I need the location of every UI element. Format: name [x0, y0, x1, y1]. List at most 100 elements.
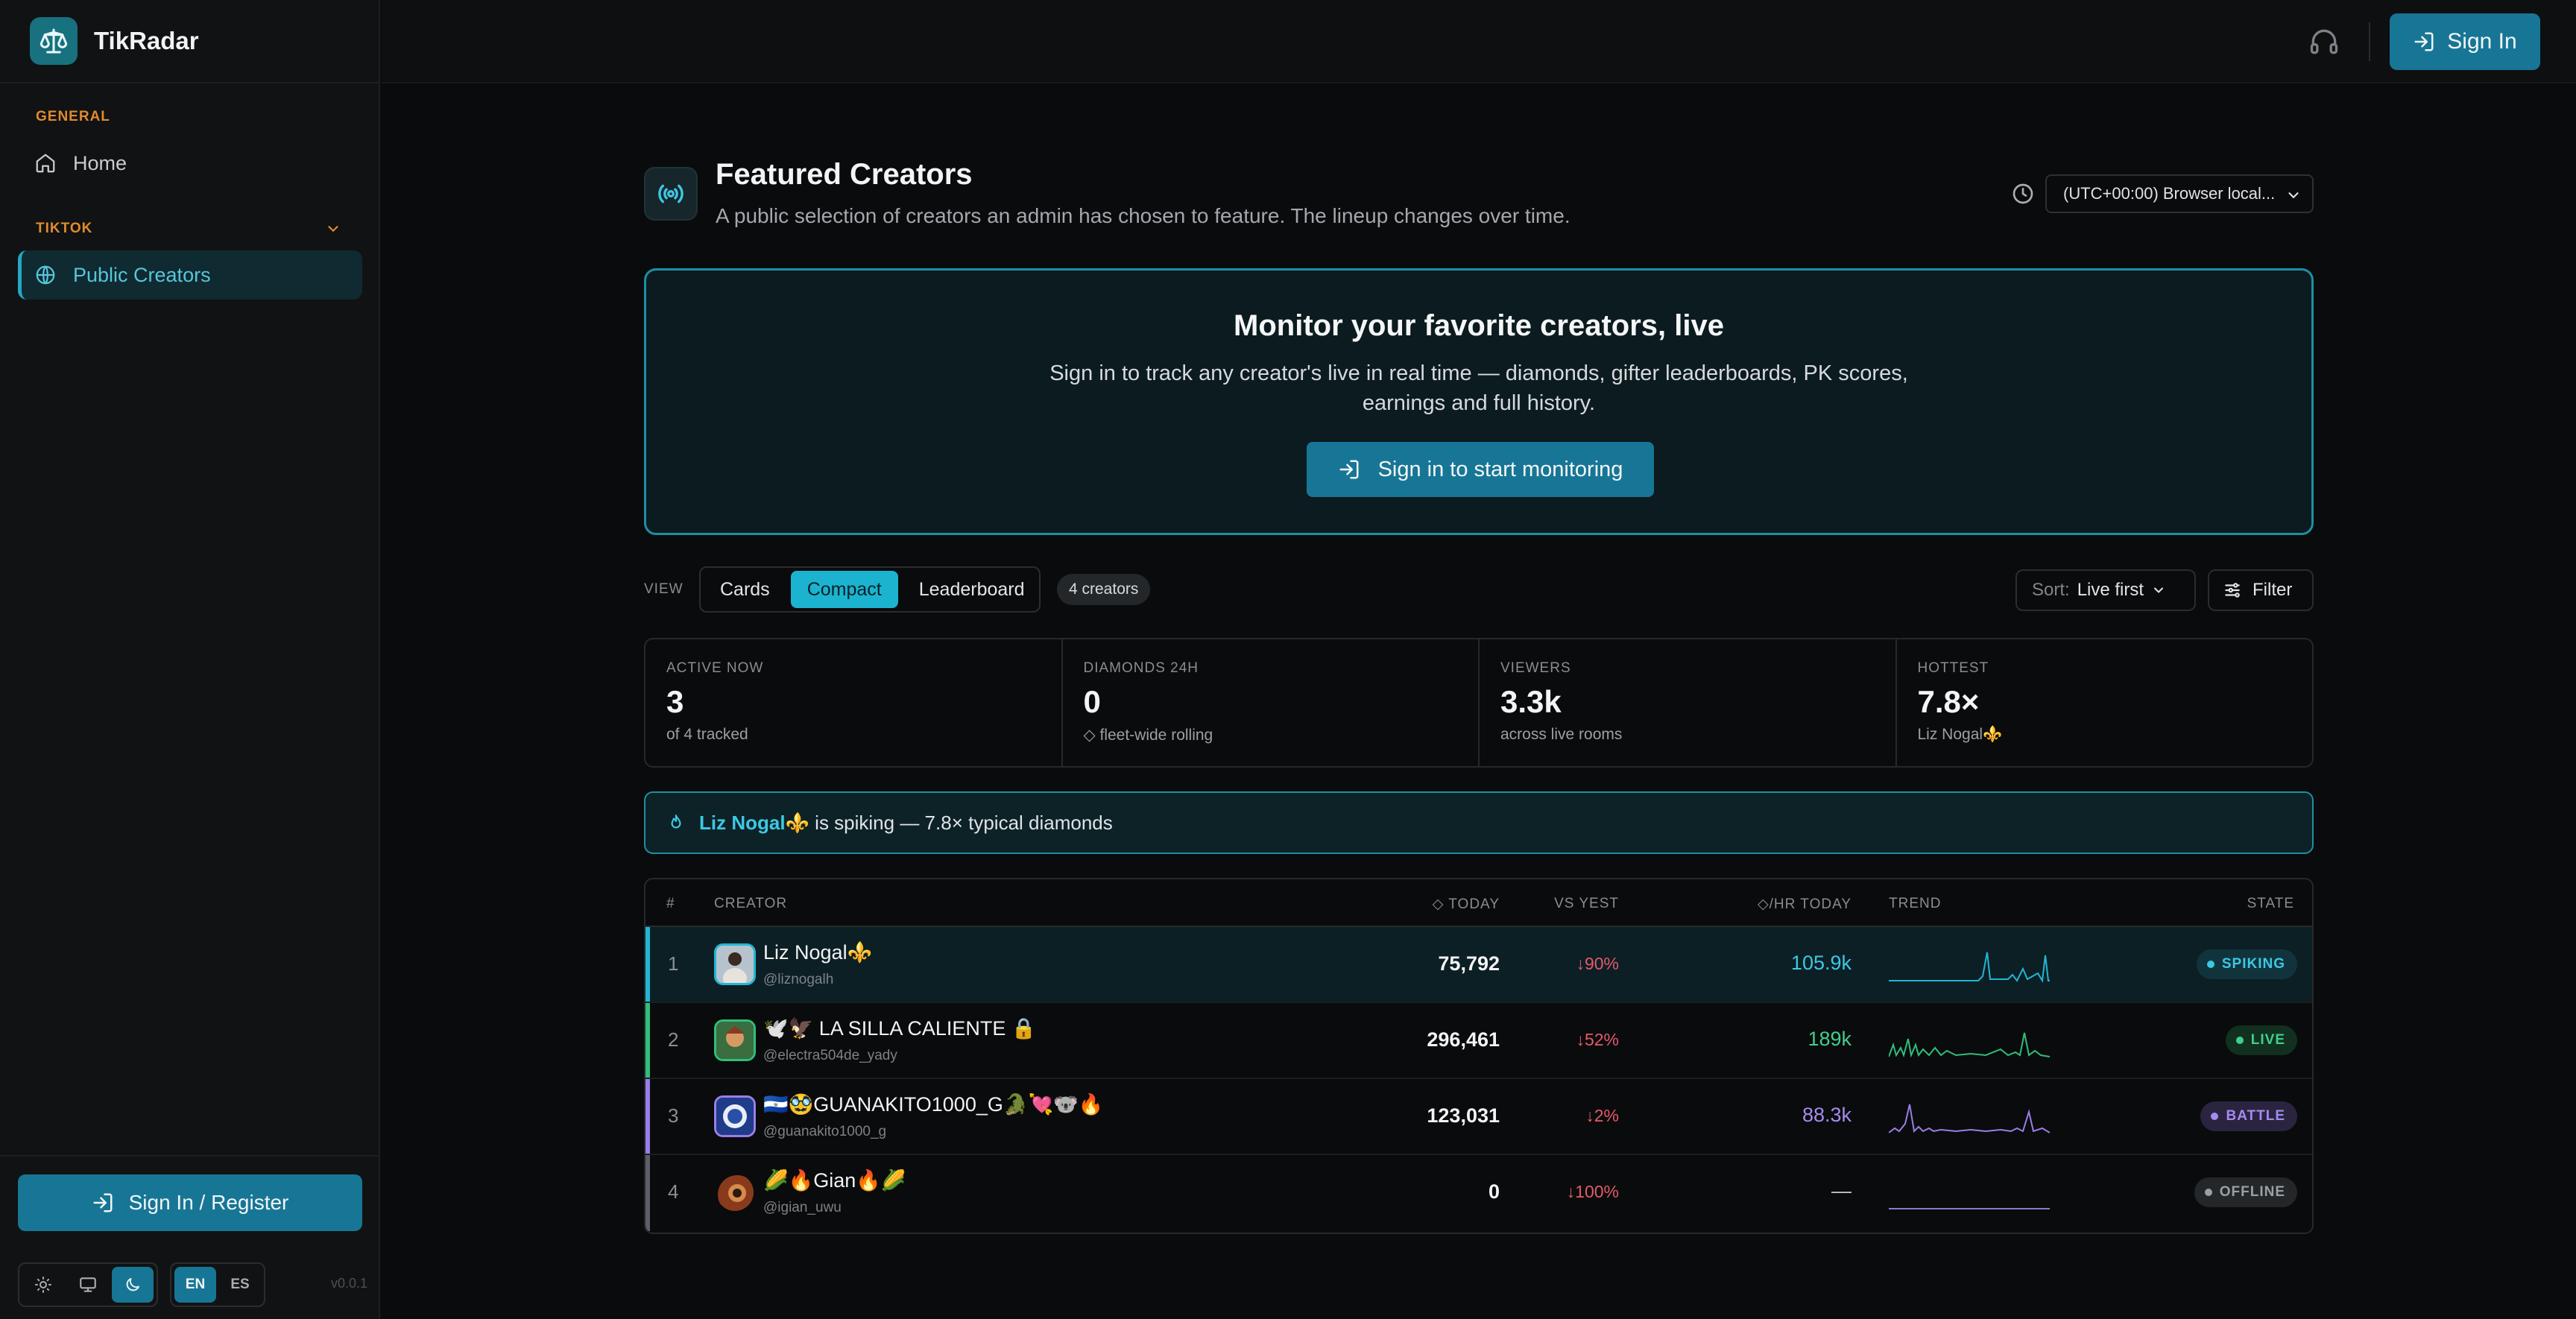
- sidebar-item-label: Public Creators: [73, 263, 211, 286]
- table-row[interactable]: 2 🕊️🦅 LA SILLA CALIENTE 🔒 @electra504de_…: [645, 1003, 2312, 1079]
- status-badge: BATTLE: [2200, 1101, 2297, 1131]
- language-switcher: EN ES: [170, 1262, 265, 1307]
- tab-leaderboard[interactable]: Leaderboard: [903, 571, 1041, 608]
- stat-diamonds-24h: DIAMONDS 24H 0 ◇ fleet-wide rolling: [1063, 639, 1480, 766]
- globe-icon: [36, 265, 55, 285]
- avatar: [714, 943, 756, 985]
- sidebar-item-public-creators[interactable]: Public Creators: [18, 250, 362, 300]
- alert-text: is spiking — 7.8× typical diamonds: [815, 811, 1113, 834]
- sidebar-item-label: Home: [73, 151, 127, 174]
- sidebar: TikRadar GENERAL Home TIKTOK Public Crea…: [0, 0, 380, 1319]
- creator-name[interactable]: 🇸🇻🥸GUANAKITO1000_G🐊💘🐨🔥: [763, 1092, 1103, 1116]
- divider: [0, 82, 380, 83]
- sign-in-button[interactable]: Sign In: [2390, 13, 2540, 70]
- creator-handle: @liznogalh: [763, 972, 834, 987]
- tab-compact[interactable]: Compact: [790, 571, 898, 608]
- headset-icon[interactable]: [2308, 25, 2340, 58]
- table-row[interactable]: 1 Liz Nogal⚜️ @liznogalh 75,792 ↓90% 105…: [645, 927, 2312, 1003]
- creator-name[interactable]: Liz Nogal⚜️: [763, 940, 872, 964]
- section-general-label: GENERAL: [36, 109, 110, 124]
- col-today[interactable]: ◇ TODAY: [1433, 896, 1500, 913]
- col-vs-yest[interactable]: VS YEST: [1554, 896, 1619, 912]
- promo-text: Sign in to track any creator's live in r…: [1049, 361, 1908, 415]
- brand[interactable]: TikRadar: [30, 16, 199, 66]
- filter-label: Filter: [2253, 580, 2293, 600]
- view-label: VIEW: [644, 581, 684, 597]
- lang-en-button[interactable]: EN: [174, 1267, 216, 1303]
- tab-cards[interactable]: Cards: [704, 571, 786, 608]
- creator-handle: @electra504de_yady: [763, 1048, 897, 1063]
- row-rank: 4: [668, 1180, 679, 1203]
- trend-sparkline: [1889, 1208, 2050, 1209]
- section-tiktok-label: TIKTOK: [36, 221, 93, 236]
- chevron-down-icon: [2154, 587, 2164, 593]
- row-accent: [645, 1155, 650, 1231]
- row-rank: 3: [668, 1104, 679, 1127]
- timezone-select[interactable]: (UTC+00:00) Browser local...: [2045, 174, 2314, 213]
- avatar: [714, 1019, 756, 1061]
- today-diamonds: 75,792: [1438, 952, 1500, 975]
- start-monitoring-button[interactable]: Sign in to start monitoring: [1307, 442, 1654, 497]
- stat-value: 7.8×: [1917, 684, 1980, 719]
- chevron-down-icon[interactable]: [325, 221, 341, 237]
- row-accent: [645, 927, 650, 1002]
- broadcast-icon: [644, 167, 698, 221]
- avatar: [714, 1171, 756, 1213]
- stat-label: VIEWERS: [1500, 660, 1571, 676]
- stat-sub: ◇ fleet-wide rolling: [1083, 727, 1213, 744]
- trend-sparkline: [1889, 1104, 2050, 1133]
- stat-viewers: VIEWERS 3.3k across live rooms: [1480, 639, 1897, 766]
- signin-promo-card: Monitor your favorite creators, live Sig…: [644, 268, 2314, 535]
- table-row[interactable]: 4 🌽🔥Gian🔥🌽 @igian_uwu 0 ↓100% — OFFLINE: [645, 1155, 2312, 1231]
- vs-yesterday: ↓2%: [1585, 1106, 1619, 1125]
- avatar: [714, 1095, 756, 1137]
- sign-in-register-button[interactable]: Sign In / Register: [18, 1174, 362, 1231]
- creator-name[interactable]: 🕊️🦅 LA SILLA CALIENTE 🔒: [763, 1016, 1037, 1040]
- sort-dropdown[interactable]: Sort: Live first: [2015, 569, 2196, 611]
- status-badge: SPIKING: [2196, 949, 2297, 979]
- creator-count-badge: 4 creators: [1057, 574, 1151, 605]
- scales-icon: [30, 17, 78, 65]
- timezone-value: (UTC+00:00) Browser local...: [2063, 184, 2276, 203]
- creator-handle: @guanakito1000_g: [763, 1124, 887, 1139]
- lang-es-button[interactable]: ES: [219, 1267, 261, 1303]
- version-label: v0.0.1: [331, 1276, 368, 1291]
- alert-creator-link[interactable]: Liz Nogal⚜️: [699, 812, 809, 834]
- system-theme-button[interactable]: [67, 1267, 109, 1303]
- row-accent: [645, 1003, 650, 1078]
- diamonds-per-hour: 88.3k: [1802, 1104, 1852, 1126]
- col-hr-today[interactable]: ◇/HR TODAY: [1758, 896, 1852, 913]
- stat-value: 3: [666, 684, 684, 719]
- divider: [0, 1155, 380, 1157]
- login-icon: [2414, 32, 2434, 51]
- filter-button[interactable]: Filter: [2208, 569, 2314, 611]
- table-row[interactable]: 3 🇸🇻🥸GUANAKITO1000_G🐊💘🐨🔥 @guanakito1000_…: [645, 1079, 2312, 1155]
- sliders-icon: [2225, 583, 2240, 598]
- row-rank: 2: [668, 1028, 679, 1051]
- stat-label: DIAMONDS 24H: [1083, 660, 1199, 676]
- today-diamonds: 296,461: [1427, 1028, 1500, 1051]
- monitor-icon: [80, 1277, 96, 1292]
- stat-label: ACTIVE NOW: [666, 660, 764, 676]
- stat-sub: across live rooms: [1500, 726, 1623, 743]
- col-rank: #: [666, 896, 675, 911]
- table-header: # CREATOR ◇ TODAY VS YEST ◇/HR TODAY TRE…: [645, 879, 2312, 927]
- creator-handle: @igian_uwu: [763, 1200, 842, 1215]
- dark-theme-button[interactable]: [112, 1267, 154, 1303]
- sign-in-label: Sign In: [2447, 29, 2517, 54]
- light-theme-button[interactable]: [22, 1267, 64, 1303]
- col-trend: TREND: [1889, 896, 1942, 911]
- row-rank: 1: [668, 952, 679, 975]
- stat-value: 3.3k: [1500, 684, 1562, 719]
- stat-value: 0: [1083, 684, 1101, 719]
- diamonds-per-hour: —: [1831, 1180, 1852, 1202]
- sign-in-register-label: Sign In / Register: [128, 1191, 289, 1214]
- creators-table: # CREATOR ◇ TODAY VS YEST ◇/HR TODAY TRE…: [644, 878, 2314, 1234]
- today-diamonds: 0: [1488, 1180, 1500, 1203]
- sort-value: Live first: [2077, 580, 2144, 600]
- sidebar-item-home[interactable]: Home: [18, 139, 362, 188]
- stat-sub: Liz Nogal⚜️: [1917, 726, 2003, 743]
- vs-yesterday: ↓90%: [1576, 954, 1619, 973]
- vs-yesterday: ↓100%: [1566, 1182, 1619, 1201]
- creator-name[interactable]: 🌽🔥Gian🔥🌽: [763, 1168, 906, 1192]
